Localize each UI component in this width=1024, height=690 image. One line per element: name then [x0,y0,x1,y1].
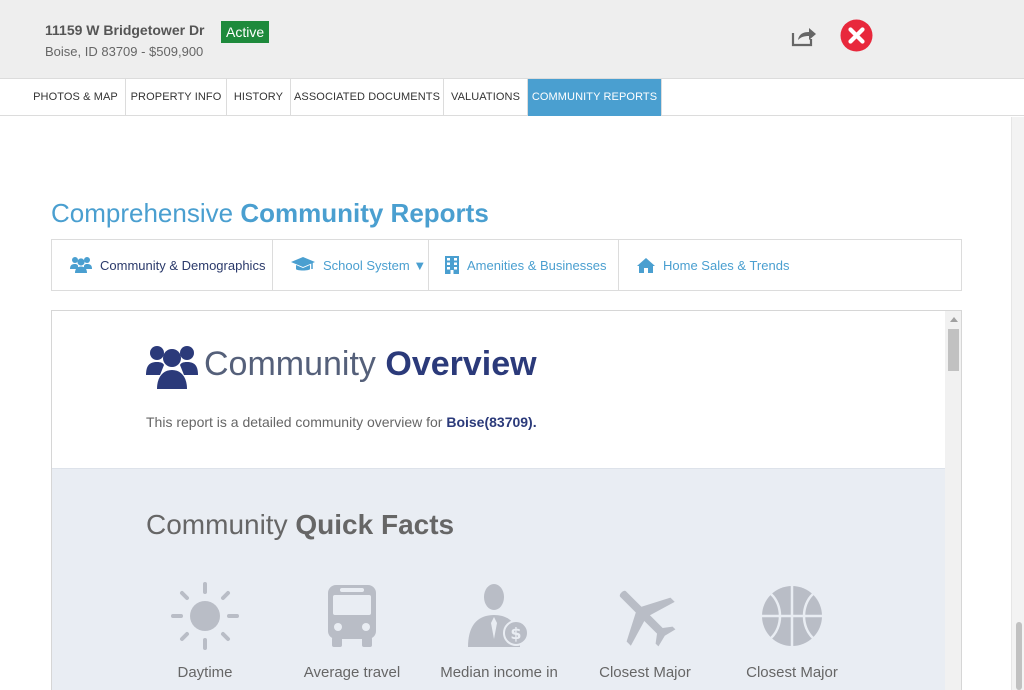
fact-label-income: Median income in [440,664,558,681]
page-scrollbar[interactable] [1011,117,1024,690]
scroll-up-arrow-icon[interactable] [950,317,958,322]
listing-address: 11159 W Bridgetower Dr [45,22,205,38]
listing-city-price: Boise, ID 83709 - $509,900 [45,44,204,59]
tab-history[interactable]: HISTORY [227,79,291,116]
home-icon [637,257,655,273]
quick-facts-title: Community Quick Facts [146,509,455,540]
sun-icon [171,582,239,650]
status-badge: Active [221,21,270,43]
fact-income-icon-wrap: $ [439,581,559,651]
fact-travel-icon-wrap [292,581,412,651]
share-button[interactable] [790,24,818,48]
fact-label-sports: Closest Major [746,664,838,681]
airplane-icon [619,590,676,647]
overview-description: This report is a detailed community over… [146,414,537,430]
close-button[interactable] [840,19,873,52]
fact-airport-icon-wrap [585,581,705,651]
community-users-icon [146,343,198,396]
users-icon [70,257,92,273]
tab-associated-documents[interactable]: ASSOCIATED DOCUMENTS [291,79,444,116]
listing-header: 11159 W Bridgetower Dr Active Boise, ID … [0,0,1024,78]
fact-sports-icon-wrap [732,581,852,651]
report-subnav: Community & Demographics School System ▼… [51,239,962,291]
graduation-cap-icon [291,257,315,271]
fact-label-daytime: Daytime [177,664,233,681]
basketball-icon [762,586,822,646]
svg-text:$: $ [510,624,521,643]
quick-facts-section: Community Quick Facts $ Daytime Average … [52,468,945,690]
subnav-community-demographics[interactable]: Community & Demographics [52,240,273,290]
report-frame: Community Overview This report is a deta… [51,310,962,690]
frame-scrollbar-thumb[interactable] [948,329,959,371]
bus-icon [328,585,376,647]
subnav-school-system[interactable]: School System ▼ [273,240,429,290]
reports-heading: Comprehensive Community Reports [51,198,489,228]
property-tabs: PHOTOS & MAP PROPERTY INFO HISTORY ASSOC… [0,78,1024,116]
fact-label-travel: Average travel [303,664,401,681]
page-scrollbar-thumb[interactable] [1016,622,1022,690]
tab-valuations[interactable]: VALUATIONS [444,79,528,116]
tab-community-reports[interactable]: COMMUNITY REPORTS [528,79,662,116]
building-icon [445,256,459,274]
subnav-home-sales-trends[interactable]: Home Sales & Trends [619,240,963,290]
close-icon [840,19,873,52]
fact-label-airport: Closest Major [599,664,691,681]
fact-daytime-icon-wrap [145,581,265,651]
businessman-dollar-icon: $ [468,584,529,647]
tab-property-info[interactable]: PROPERTY INFO [126,79,227,116]
overview-title: Community Overview [204,345,537,383]
tab-photos-map[interactable]: PHOTOS & MAP [26,79,126,116]
share-icon [791,28,816,47]
subnav-amenities-businesses[interactable]: Amenities & Businesses [429,240,619,290]
